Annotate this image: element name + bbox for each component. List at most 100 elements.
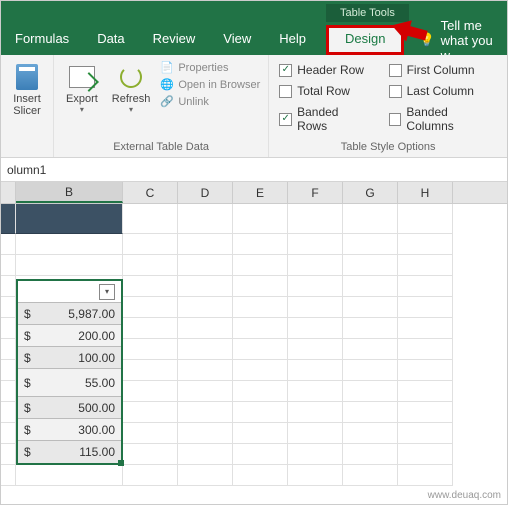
- table-row[interactable]: $500.00: [18, 397, 121, 419]
- cell[interactable]: [343, 255, 398, 276]
- cell[interactable]: [398, 318, 453, 339]
- cell[interactable]: [288, 297, 343, 318]
- cell[interactable]: [343, 423, 398, 444]
- cell[interactable]: [398, 297, 453, 318]
- insert-slicer-button[interactable]: Insert Slicer: [9, 61, 45, 119]
- filter-dropdown-icon[interactable]: ▾: [99, 284, 115, 300]
- checkbox-total-row[interactable]: Total Row: [279, 84, 370, 98]
- cell[interactable]: [398, 381, 453, 402]
- col-header-G[interactable]: G: [343, 182, 398, 203]
- cell[interactable]: [233, 276, 288, 297]
- cell[interactable]: [288, 318, 343, 339]
- cell[interactable]: [233, 381, 288, 402]
- cell[interactable]: [123, 465, 178, 486]
- cell[interactable]: [123, 318, 178, 339]
- cell[interactable]: [233, 402, 288, 423]
- cell[interactable]: [343, 465, 398, 486]
- cell[interactable]: [398, 465, 453, 486]
- cell[interactable]: [343, 444, 398, 465]
- cell[interactable]: [1, 402, 16, 423]
- checkbox-header-row[interactable]: Header Row: [279, 63, 370, 77]
- cell[interactable]: [288, 234, 343, 255]
- checkbox-banded-rows[interactable]: Banded Rows: [279, 105, 370, 133]
- cell[interactable]: [233, 444, 288, 465]
- cell[interactable]: [233, 234, 288, 255]
- cell[interactable]: [1, 297, 16, 318]
- checkbox-banded-columns[interactable]: Banded Columns: [389, 105, 497, 133]
- cell[interactable]: [1, 339, 16, 360]
- cell[interactable]: [16, 234, 123, 255]
- cell[interactable]: [398, 255, 453, 276]
- table-row[interactable]: $5,987.00: [18, 303, 121, 325]
- col-header-F[interactable]: F: [288, 182, 343, 203]
- cell[interactable]: [178, 234, 233, 255]
- table-row[interactable]: $200.00: [18, 325, 121, 347]
- cell[interactable]: [343, 339, 398, 360]
- checkbox-last-column[interactable]: Last Column: [389, 84, 497, 98]
- cell[interactable]: [288, 423, 343, 444]
- cell[interactable]: [178, 381, 233, 402]
- cell[interactable]: [178, 360, 233, 381]
- cell[interactable]: [178, 465, 233, 486]
- cell[interactable]: [398, 402, 453, 423]
- cell[interactable]: [123, 360, 178, 381]
- cell[interactable]: [288, 276, 343, 297]
- cell[interactable]: [1, 318, 16, 339]
- cell[interactable]: [178, 318, 233, 339]
- table-row[interactable]: $115.00: [18, 441, 121, 463]
- cell[interactable]: [123, 234, 178, 255]
- tab-help[interactable]: Help: [265, 25, 320, 55]
- table-resize-handle[interactable]: [118, 460, 124, 466]
- cell[interactable]: [178, 204, 233, 234]
- cell[interactable]: [123, 381, 178, 402]
- cell[interactable]: [343, 402, 398, 423]
- cell[interactable]: [1, 204, 16, 234]
- table-row[interactable]: $100.00: [18, 347, 121, 369]
- cell[interactable]: [233, 204, 288, 234]
- cell[interactable]: [233, 465, 288, 486]
- cell[interactable]: [1, 444, 16, 465]
- col-header-edge[interactable]: [1, 182, 16, 203]
- cell[interactable]: [288, 465, 343, 486]
- tab-review[interactable]: Review: [139, 25, 210, 55]
- cell[interactable]: [1, 255, 16, 276]
- cell[interactable]: [178, 444, 233, 465]
- cell[interactable]: [1, 276, 16, 297]
- cell[interactable]: [343, 234, 398, 255]
- cell[interactable]: [288, 360, 343, 381]
- cell[interactable]: [343, 360, 398, 381]
- cell[interactable]: [233, 423, 288, 444]
- cell[interactable]: [398, 444, 453, 465]
- cell[interactable]: [16, 255, 123, 276]
- cell[interactable]: [288, 204, 343, 234]
- cell[interactable]: [288, 339, 343, 360]
- cell[interactable]: [343, 276, 398, 297]
- cell[interactable]: [178, 255, 233, 276]
- cell[interactable]: [398, 360, 453, 381]
- cell[interactable]: [123, 255, 178, 276]
- cell[interactable]: [233, 339, 288, 360]
- cell[interactable]: [1, 423, 16, 444]
- cell[interactable]: [1, 234, 16, 255]
- cell[interactable]: [178, 339, 233, 360]
- cell[interactable]: [343, 297, 398, 318]
- cell[interactable]: [123, 204, 178, 234]
- tab-data[interactable]: Data: [83, 25, 138, 55]
- cell[interactable]: [288, 381, 343, 402]
- excel-table[interactable]: ▾ $5,987.00 $200.00 $100.00 $55.00 $500.…: [16, 279, 123, 465]
- cell[interactable]: [178, 423, 233, 444]
- tab-formulas[interactable]: Formulas: [1, 25, 83, 55]
- cell[interactable]: [398, 423, 453, 444]
- cell[interactable]: [233, 360, 288, 381]
- cell[interactable]: [123, 276, 178, 297]
- cell[interactable]: [123, 297, 178, 318]
- cell[interactable]: [123, 402, 178, 423]
- cell[interactable]: [398, 276, 453, 297]
- cell[interactable]: [398, 339, 453, 360]
- cell[interactable]: [233, 318, 288, 339]
- cell[interactable]: [123, 444, 178, 465]
- cell[interactable]: [123, 339, 178, 360]
- cell[interactable]: [16, 204, 123, 234]
- spreadsheet-grid[interactable]: // rows generated below via JS for brevi…: [1, 204, 507, 486]
- cell[interactable]: [123, 423, 178, 444]
